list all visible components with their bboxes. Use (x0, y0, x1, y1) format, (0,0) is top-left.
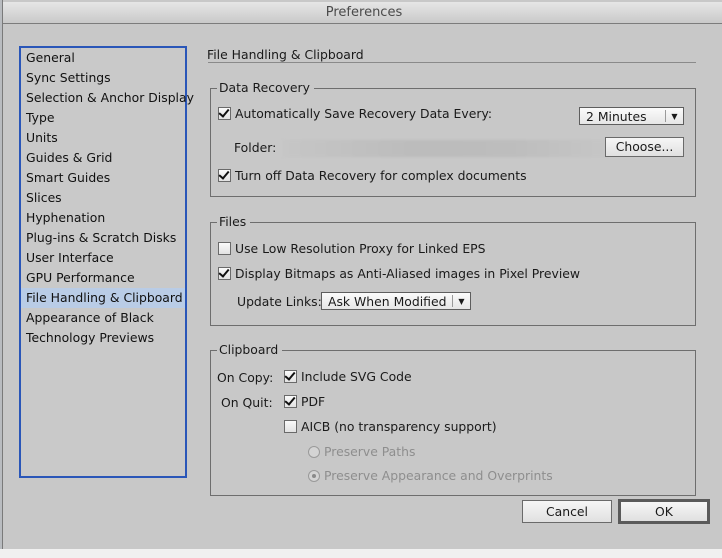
files-legend: Files (217, 214, 251, 230)
anti-aliased-checkbox[interactable] (218, 267, 231, 280)
low-res-proxy-option[interactable]: Use Low Resolution Proxy for Linked EPS (218, 241, 486, 256)
preserve-appearance-label: Preserve Appearance and Overprints (324, 468, 553, 483)
sidebar-item-hyphenation[interactable]: Hyphenation (21, 208, 185, 228)
update-links-value: Ask When Modified (328, 293, 447, 309)
preserve-paths-label: Preserve Paths (324, 444, 416, 459)
preserve-appearance-option: Preserve Appearance and Overprints (308, 468, 553, 483)
sidebar-item-user-interface[interactable]: User Interface (21, 248, 185, 268)
sidebar-item-selection-anchor-display[interactable]: Selection & Anchor Display (21, 88, 194, 108)
chevron-down-icon: ▼ (671, 111, 678, 121)
cancel-button[interactable]: Cancel (522, 500, 612, 523)
chevron-down-icon: ▼ (458, 296, 465, 306)
panel-title: File Handling & Clipboard (207, 47, 364, 62)
pdf-option[interactable]: PDF (284, 394, 325, 409)
pdf-checkbox[interactable] (284, 395, 297, 408)
pdf-label: PDF (301, 394, 326, 409)
clipboard-legend: Clipboard (217, 342, 283, 358)
update-links-row: Update Links: (237, 294, 322, 309)
update-links-dropdown[interactable]: Ask When Modified ▼ (321, 292, 471, 310)
sidebar-item-type[interactable]: Type (21, 108, 185, 128)
include-svg-label: Include SVG Code (301, 369, 412, 384)
include-svg-checkbox[interactable] (284, 370, 297, 383)
preserve-paths-radio (308, 445, 320, 458)
sidebar-item-sync-settings[interactable]: Sync Settings (21, 68, 185, 88)
preserve-appearance-radio (308, 469, 320, 482)
folder-path-field (283, 140, 607, 157)
preferences-dialog: Preferences General Sync Settings Select… (2, 0, 722, 558)
folder-row: Folder: (234, 140, 276, 155)
sidebar-item-units[interactable]: Units (21, 128, 185, 148)
turn-off-recovery-checkbox[interactable] (218, 169, 231, 182)
auto-save-label: Automatically Save Recovery Data Every: (235, 106, 493, 121)
auto-save-checkbox[interactable] (218, 107, 231, 120)
dialog-title: Preferences (3, 2, 722, 24)
background-document-strip (0, 549, 722, 558)
auto-save-option[interactable]: Automatically Save Recovery Data Every: (218, 106, 492, 121)
sidebar-item-appearance-of-black[interactable]: Appearance of Black (21, 308, 185, 328)
aicb-label: AICB (no transparency support) (301, 419, 497, 434)
aicb-checkbox[interactable] (284, 420, 297, 433)
turn-off-recovery-label: Turn off Data Recovery for complex docum… (235, 168, 527, 183)
low-res-proxy-checkbox[interactable] (218, 242, 231, 255)
on-quit-label: On Quit: (221, 395, 273, 410)
folder-label: Folder: (234, 140, 277, 155)
sidebar-item-plugins-scratch-disks[interactable]: Plug-ins & Scratch Disks (21, 228, 185, 248)
sidebar-item-smart-guides[interactable]: Smart Guides (21, 168, 185, 188)
turn-off-recovery-option[interactable]: Turn off Data Recovery for complex docum… (218, 168, 527, 183)
data-recovery-legend: Data Recovery (217, 80, 314, 96)
on-copy-label: On Copy: (217, 370, 274, 385)
ok-button[interactable]: OK (618, 499, 710, 524)
sidebar-item-slices[interactable]: Slices (21, 188, 185, 208)
recovery-interval-dropdown[interactable]: 2 Minutes ▼ (579, 107, 684, 125)
sidebar-item-file-handling-clipboard[interactable]: File Handling & Clipboard (21, 288, 185, 308)
anti-aliased-label: Display Bitmaps as Anti-Aliased images i… (235, 266, 581, 281)
recovery-interval-value: 2 Minutes (586, 108, 647, 124)
panel-title-divider (208, 62, 696, 63)
anti-aliased-option[interactable]: Display Bitmaps as Anti-Aliased images i… (218, 266, 580, 281)
choose-folder-button[interactable]: Choose... (605, 137, 684, 157)
sidebar-item-technology-previews[interactable]: Technology Previews (21, 328, 185, 348)
preferences-category-list[interactable]: General Sync Settings Selection & Anchor… (19, 46, 194, 478)
aicb-option[interactable]: AICB (no transparency support) (284, 419, 497, 434)
update-links-label: Update Links: (237, 294, 322, 309)
sidebar-item-gpu-performance[interactable]: GPU Performance (21, 268, 185, 288)
sidebar-item-guides-grid[interactable]: Guides & Grid (21, 148, 185, 168)
preserve-paths-option: Preserve Paths (308, 444, 415, 459)
sidebar-item-general[interactable]: General (21, 48, 185, 68)
low-res-proxy-label: Use Low Resolution Proxy for Linked EPS (235, 241, 486, 256)
include-svg-option[interactable]: Include SVG Code (284, 369, 412, 384)
